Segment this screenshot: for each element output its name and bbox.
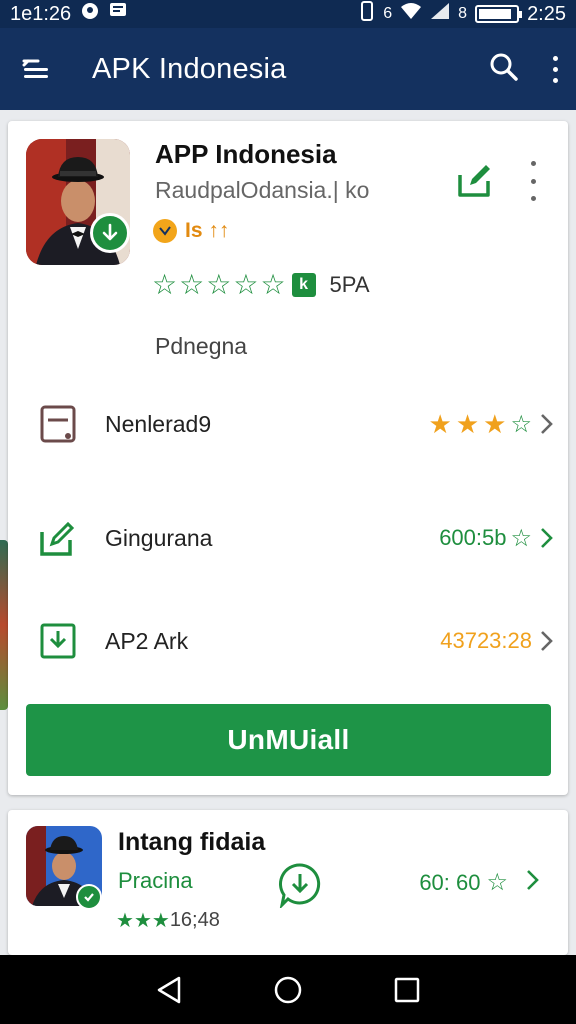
location-icon [81,2,99,26]
star-filled-icon: ★ [151,910,170,932]
vibrate-icon [359,1,375,27]
star-outline-icon: ☆ [486,869,508,896]
status-battery-label: 8 [458,5,468,22]
edit-box-icon [38,518,78,558]
rating-badge: k [291,273,316,297]
star-outline-icon: ☆ [179,269,205,300]
star-outline-icon: ☆ [510,524,532,552]
status-time-right: 2:25 [527,2,566,25]
star-filled-icon: ★ [428,408,452,439]
uninstall-button[interactable]: UnMUiall [26,704,551,776]
list-item-subtitle: Pracina [118,868,193,893]
status-bar: 1e1:26 6 8 2:25 [0,0,576,28]
app-category[interactable]: Pdnegna [155,333,247,360]
list-item-rating: ★ ★ ★ 16;48 [116,908,220,933]
app-title: APP Indonesia [155,139,337,169]
recents-icon[interactable] [387,970,427,1010]
star-outline-icon: ☆ [206,269,232,300]
list-item-rating-text: 16;48 [169,909,220,931]
app-rating: ☆ ☆ ☆ ☆ ☆ k 5PA [152,271,370,299]
list-item-value-text: 60: 60 [419,869,481,895]
installed-badge-icon [90,213,130,253]
star-filled-icon: ★ [483,408,507,439]
info-row-stars: ★ ★ ★ ☆ [429,409,532,440]
info-row-rating[interactable]: Nenlerad9 ★ ★ ★ ☆ [8,394,568,454]
star-filled-icon: ★ [133,910,152,932]
star-outline-icon: ☆ [152,269,178,300]
info-row-value: 600:5b ☆ [439,524,532,553]
search-icon[interactable] [489,52,519,87]
app-badge: Is ↑↑ [153,219,229,243]
app-badge-label: Is ↑↑ [185,219,230,242]
system-nav-bar [0,955,576,1024]
chevron-right-icon [536,412,556,436]
menu-icon[interactable] [18,51,54,87]
star-filled-icon: ★ [455,408,480,439]
info-row-label: Nenlerad9 [105,410,212,437]
app-list-item[interactable]: Intang fidaia Pracina ★ ★ ★ 16;48 60: 60… [8,810,568,955]
info-row-value: 43723:28 [440,628,532,653]
cell-signal-icon [430,2,450,26]
battery-icon [475,5,523,23]
home-icon[interactable] [268,970,308,1010]
star-outline-icon: ☆ [510,410,532,438]
chevron-right-icon[interactable] [522,868,542,892]
message-icon [109,2,127,26]
star-outline-icon: ☆ [233,269,259,300]
download-bubble-icon[interactable] [278,862,322,910]
info-row-label: Gingurana [105,524,213,551]
chevron-right-icon [536,526,556,550]
background-artwork-edge [0,540,8,710]
wifi-icon [400,2,422,26]
document-icon [38,404,78,444]
rating-count: 5PA [329,272,370,297]
list-item-title: Intang fidaia [118,828,266,856]
badge-icon [153,219,177,243]
app-developer[interactable]: RaudpalOdansia.| ko [155,177,369,204]
list-item-value: 60: 60 ☆ [419,868,508,897]
installed-badge-icon [76,884,102,910]
card-more-icon[interactable] [526,161,540,201]
app-bar-title: APK Indonesia [92,52,287,85]
chevron-right-icon [536,629,556,653]
edit-icon[interactable] [456,161,494,199]
download-box-icon [38,621,78,661]
status-signal-label: 6 [383,5,393,22]
status-time-left: 1e1:26 [10,2,72,25]
back-icon[interactable] [149,970,189,1010]
app-bar: APK Indonesia [0,28,576,110]
info-row-label: AP2 Ark [105,627,189,654]
star-filled-icon: ★ [116,910,134,932]
info-row-value-text: 600:5b [439,525,507,550]
info-row-size[interactable]: Gingurana 600:5b ☆ [8,508,568,568]
info-row-apk[interactable]: AP2 Ark 43723:28 [8,611,568,671]
star-outline-icon: ☆ [260,269,286,300]
app-detail-card: APP Indonesia RaudpalOdansia.| ko Is ↑↑ … [8,121,568,795]
more-vert-icon[interactable] [553,55,558,83]
